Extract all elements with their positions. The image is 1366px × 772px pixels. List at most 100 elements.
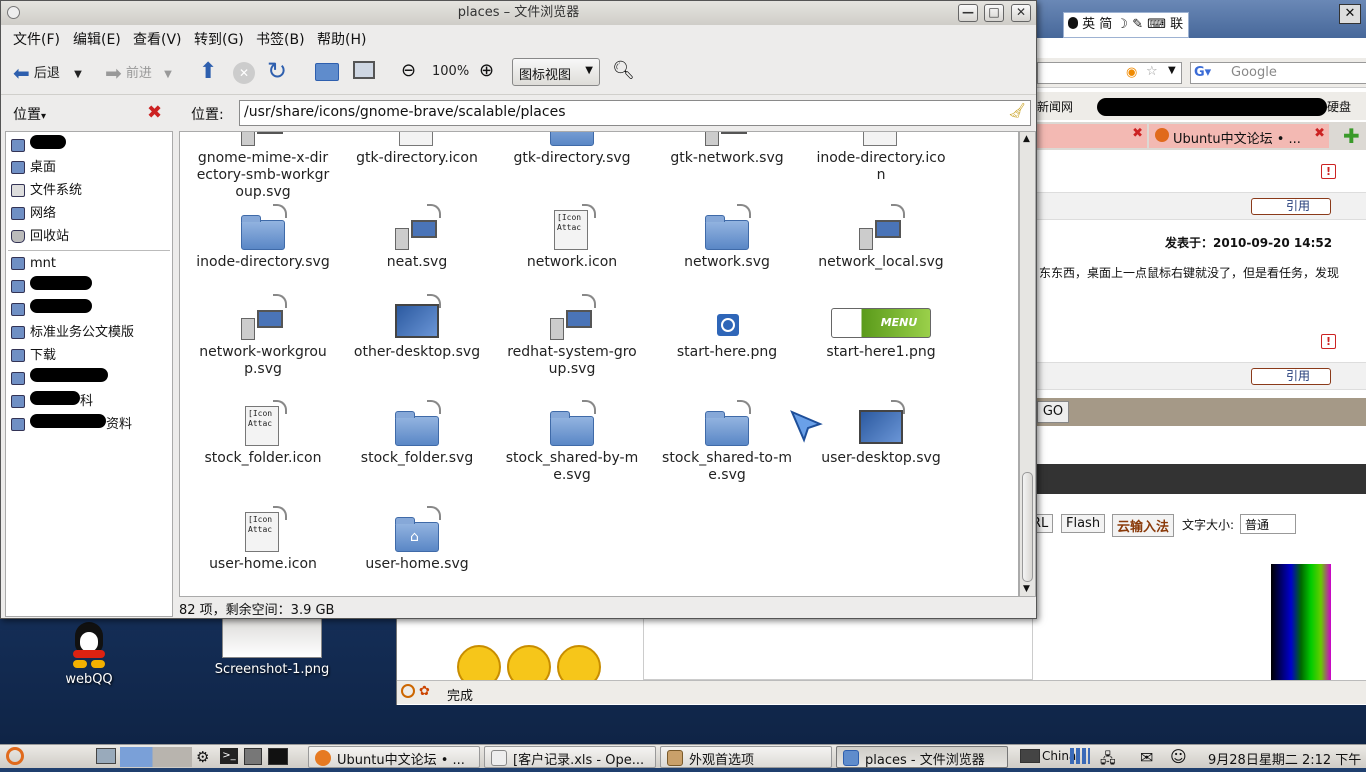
ubuntu-menu-icon[interactable] [6,747,24,765]
quote-button[interactable]: 引用 [1251,368,1332,385]
sidebar-item-downloads[interactable]: 下载 [8,344,170,367]
menu-view[interactable]: 查看(V) [133,29,182,49]
file-item[interactable]: stock_folder.svg [342,400,492,467]
file-item[interactable]: network-workgroup.svg [188,294,338,378]
file-item[interactable]: redhat-system-group.svg [497,294,647,378]
close-icon[interactable]: ✖ [1132,126,1143,141]
menu-go[interactable]: 转到(G) [194,29,244,49]
file-item[interactable]: ⌂ user-home.svg [342,506,492,573]
menu-help[interactable]: 帮助(H) [317,29,366,49]
file-item[interactable]: stock_shared-to-me.svg [652,400,802,484]
window-menu-icon[interactable] [7,6,20,19]
file-item[interactable]: user-desktop.svg [806,400,956,467]
up-icon[interactable]: ⬆ [199,59,217,84]
go-button[interactable]: GO [1037,401,1069,423]
bookmark-item[interactable]: 新闻网 [1037,98,1073,115]
file-item[interactable]: MENU start-here1.png [806,298,956,361]
tab-previous[interactable]: ✖ [1037,124,1147,148]
reload-icon[interactable]: ↻ [267,57,287,85]
color-palette[interactable] [1271,564,1331,680]
url-field-end[interactable]: ◉ ☆ ▼ [1037,62,1182,84]
zoom-out-icon[interactable]: ⊖ [401,60,416,81]
file-item[interactable]: [Icon Attac network.icon [497,204,647,271]
file-item[interactable]: stock_shared-by-me.svg [497,400,647,484]
flash-button[interactable]: Flash [1061,514,1106,533]
sidebar-item-filesystem[interactable]: 文件系统 [8,179,170,202]
sidebar-item-partial[interactable]: 资料 [8,413,170,436]
close-sidebar-icon[interactable]: ✖ [147,102,162,123]
close-button[interactable]: ✕ [1011,4,1031,22]
file-item[interactable]: gtk-directory.svg [497,132,647,167]
minimize-button[interactable]: — [958,4,978,22]
sidebar-item-redacted[interactable] [8,275,170,298]
file-item[interactable]: network_local.svg [806,204,956,271]
star-icon[interactable]: ☆ [1146,64,1158,79]
file-item[interactable]: inode-directory.svg [188,204,338,271]
file-item[interactable]: [Icon Attac user-home.icon [188,506,338,573]
close-icon[interactable]: ✕ [1339,4,1361,24]
file-item[interactable]: [Icon Attac inode-directory.icon [806,132,956,184]
location-input[interactable]: /usr/share/icons/gnome-brave/scalable/pl… [239,100,1031,126]
sidebar-item-trash[interactable]: 回收站 [8,225,170,248]
computer-icon[interactable] [353,61,375,79]
scroll-down-icon[interactable]: ▼ [1023,584,1030,594]
sidebar-item-network[interactable]: 网络 [8,202,170,225]
system-monitor-icon[interactable] [268,748,288,765]
chevron-down-icon[interactable]: ▼ [1168,65,1176,76]
report-icon[interactable]: ! [1321,334,1337,349]
sidebar-item-redacted[interactable] [8,367,170,390]
close-icon[interactable]: ✖ [1314,126,1325,141]
tab-ubuntu-forum[interactable]: Ubuntu中文论坛 • ... ✖ [1149,124,1329,148]
file-item[interactable]: gnome-mime-x-directory-smb-workgroup.svg [188,132,338,201]
search-icon[interactable]: 🔍︎ [612,60,635,81]
sidebar-item-partial[interactable]: 科 [8,390,170,413]
task-firefox[interactable]: Ubuntu中文论坛 • ... [308,746,480,768]
desktop-icon-webqq[interactable]: webQQ [34,622,144,687]
scroll-up-icon[interactable]: ▲ [1023,134,1030,144]
maximize-button[interactable]: □ [984,4,1004,22]
terminal-icon[interactable]: >_ [220,748,238,764]
network-status-icon[interactable]: 🖧︎ [1100,748,1116,772]
quote-button[interactable]: 引用 [1251,198,1332,215]
file-item[interactable]: other-desktop.svg [342,294,492,361]
task-spreadsheet[interactable]: [客户记录.xls - Ope... [484,746,656,768]
home-folder-icon[interactable] [315,63,339,81]
sidebar-item-templates[interactable]: 标准业务公文模版 [8,321,170,344]
chat-icon[interactable]: ☺ [1170,747,1187,766]
clear-icon[interactable]: 🧹︎ [1008,103,1026,119]
scrollbar[interactable]: ▲ ▼ [1019,131,1036,597]
sidebar-item-home[interactable] [8,134,170,157]
menu-file[interactable]: 文件(F) [13,29,60,49]
desktop-icon-screenshot[interactable]: Screenshot-1.png [212,612,332,677]
sidebar-item-mnt[interactable]: mnt [8,252,170,275]
search-field[interactable]: G▾ Google [1190,62,1366,84]
sidebar-item-desktop[interactable]: 桌面 [8,156,170,179]
stop-icon[interactable]: ✕ [233,62,255,84]
font-size-select[interactable]: 普通 [1240,514,1296,534]
signal-icon[interactable] [1070,748,1090,764]
sidebar-item-redacted[interactable] [8,298,170,321]
task-appearance[interactable]: 外观首选项 [660,746,832,768]
ime-toolbar[interactable]: 英 简 ☽ ✎ ⌨ 联 [1063,12,1189,38]
report-icon[interactable]: ! [1321,164,1337,179]
scroll-thumb[interactable] [1022,472,1033,582]
file-item[interactable]: gtk-network.svg [652,132,802,167]
show-desktop-icon[interactable] [96,748,116,764]
file-item[interactable]: network.svg [652,204,802,271]
file-item[interactable]: neat.svg [342,204,492,271]
mail-icon[interactable]: ✉ [1140,748,1153,767]
cloud-ime-button[interactable]: 云输入法 [1112,514,1175,537]
workspace-switcher[interactable] [120,747,192,767]
back-button[interactable]: ⬅ 后退 ▼ [13,61,93,85]
file-item[interactable]: start-here.png [652,298,802,361]
settings-icon[interactable]: ⚙ [196,748,209,766]
view-mode-select[interactable]: 图标视图 ▼ [512,58,600,86]
file-item[interactable]: [Icon Attac stock_folder.icon [188,400,338,467]
task-file-manager[interactable]: places - 文件浏览器 [836,746,1008,768]
menu-edit[interactable]: 编辑(E) [73,29,121,49]
file-item[interactable]: [Icon Attac gtk-directory.icon [342,132,492,167]
forward-button[interactable]: ➡ 前进 ▼ [105,61,185,85]
new-tab-icon[interactable]: ✚ [1343,124,1360,148]
menu-bookmarks[interactable]: 书签(B) [256,29,305,49]
zoom-in-icon[interactable]: ⊕ [479,60,494,81]
